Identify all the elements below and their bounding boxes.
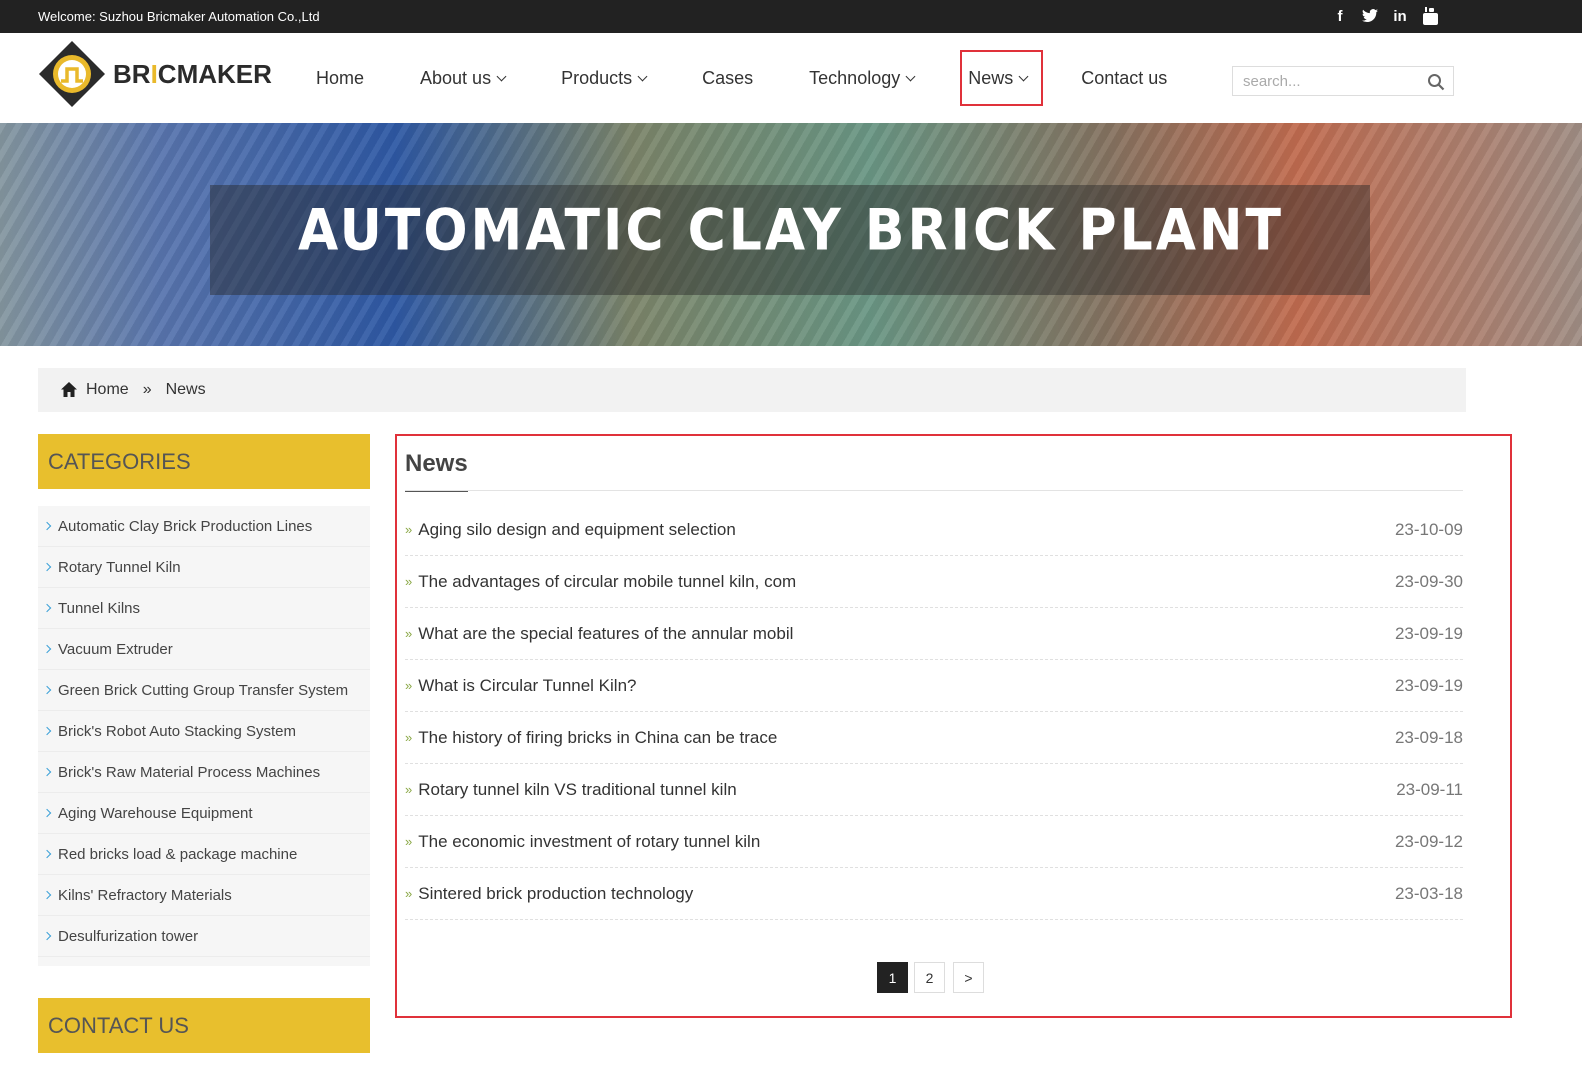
- category-item[interactable]: Red bricks load & package machine: [38, 834, 370, 875]
- news-date: 23-09-19: [1394, 675, 1463, 695]
- category-item[interactable]: Automatic Clay Brick Production Lines: [38, 506, 370, 547]
- news-row: » What are the special features of the an…: [405, 608, 1463, 660]
- bullet-icon: »: [405, 522, 413, 537]
- category-item[interactable]: Vacuum Extruder: [38, 629, 370, 670]
- nav-technology[interactable]: Technology: [783, 50, 940, 106]
- chevron-right-icon: [42, 849, 52, 859]
- linkedin-icon[interactable]: in: [1391, 6, 1409, 26]
- news-link[interactable]: What are the special features of the ann…: [418, 624, 793, 644]
- logo-mark-icon: [39, 41, 105, 107]
- pagination: 1 2 >: [877, 962, 984, 993]
- categories-heading: CATEGORIES: [38, 434, 370, 489]
- news-heading: News: [405, 450, 468, 492]
- nav-cases[interactable]: Cases: [676, 50, 779, 106]
- banner-title: AUTOMATIC CLAY BRICK PLANT: [298, 198, 1284, 264]
- bullet-icon: »: [405, 782, 413, 797]
- news-link[interactable]: What is Circular Tunnel Kiln?: [418, 676, 636, 696]
- chevron-right-icon: [42, 890, 52, 900]
- nav-contact-us[interactable]: Contact us: [1059, 50, 1193, 106]
- search-input[interactable]: [1233, 68, 1418, 94]
- twitter-icon[interactable]: [1361, 6, 1379, 26]
- bullet-icon: »: [405, 886, 413, 901]
- news-link[interactable]: Sintered brick production technology: [418, 884, 693, 904]
- news-link[interactable]: The history of firing bricks in China ca…: [418, 728, 777, 748]
- bullet-icon: »: [405, 730, 413, 745]
- news-list: » Aging silo design and equipment selecti…: [405, 504, 1463, 920]
- breadcrumb-home-link[interactable]: Home: [86, 381, 129, 399]
- chevron-down-icon: [905, 71, 916, 81]
- home-icon: [61, 382, 77, 397]
- news-date: 23-03-18: [1394, 883, 1463, 903]
- chevron-right-icon: [42, 931, 52, 941]
- news-date: 23-10-09: [1394, 519, 1463, 539]
- search-icon[interactable]: [1427, 73, 1445, 91]
- social-links: f in: [1331, 6, 1439, 26]
- category-item[interactable]: Brick's Robot Auto Stacking System: [38, 711, 370, 752]
- news-row: » The history of firing bricks in China c…: [405, 712, 1463, 764]
- breadcrumb: Home » News: [38, 368, 1466, 412]
- news-row: » The advantages of circular mobile tunne…: [405, 556, 1463, 608]
- news-row: » Aging silo design and equipment selecti…: [405, 504, 1463, 556]
- site-logo[interactable]: BRICMAKER: [37, 39, 272, 109]
- chevron-right-icon: [42, 521, 52, 531]
- youtube-icon[interactable]: [1421, 6, 1439, 26]
- category-item[interactable]: Desulfurization tower: [38, 916, 370, 957]
- nav-news[interactable]: News: [960, 50, 1044, 106]
- chevron-down-icon: [496, 71, 507, 81]
- chevron-right-icon: [42, 808, 52, 818]
- category-item[interactable]: Aging Warehouse Equipment: [38, 793, 370, 834]
- main-nav: Home About us Products Cases Technology …: [290, 33, 1197, 123]
- nav-about-us[interactable]: About us: [394, 50, 531, 106]
- news-link[interactable]: Aging silo design and equipment selectio…: [418, 520, 736, 540]
- bullet-icon: »: [405, 574, 413, 589]
- nav-products[interactable]: Products: [535, 50, 672, 106]
- chevron-right-icon: [42, 562, 52, 572]
- hero-banner: AUTOMATIC CLAY BRICK PLANT: [0, 123, 1582, 346]
- categories-list: Automatic Clay Brick Production Lines Ro…: [38, 506, 370, 966]
- facebook-icon[interactable]: f: [1331, 6, 1349, 26]
- page-1-button[interactable]: 1: [877, 962, 908, 993]
- news-row: » What is Circular Tunnel Kiln? 23-09-19: [405, 660, 1463, 712]
- news-link[interactable]: Rotary tunnel kiln VS traditional tunnel…: [418, 780, 736, 800]
- breadcrumb-current: News: [165, 381, 206, 398]
- news-row: » Sintered brick production technology 23…: [405, 868, 1463, 920]
- bullet-icon: »: [405, 834, 413, 849]
- site-header: BRICMAKER Home About us Products Cases T…: [0, 33, 1582, 123]
- logo-text: BRICMAKER: [113, 58, 272, 89]
- breadcrumb-separator: »: [142, 381, 152, 398]
- chevron-down-icon: [637, 71, 648, 81]
- top-bar: Welcome: Suzhou Bricmaker Automation Co.…: [0, 0, 1582, 33]
- news-panel: News » Aging silo design and equipment se…: [395, 434, 1512, 1018]
- news-date: 23-09-19: [1394, 623, 1463, 643]
- news-date: 23-09-11: [1396, 779, 1463, 799]
- category-item[interactable]: Brick's Raw Material Process Machines: [38, 752, 370, 793]
- chevron-right-icon: [42, 726, 52, 736]
- chevron-right-icon: [42, 644, 52, 654]
- news-row: » The economic investment of rotary tunne…: [405, 816, 1463, 868]
- bullet-icon: »: [405, 626, 413, 641]
- news-date: 23-09-18: [1394, 727, 1463, 747]
- category-item[interactable]: Kilns' Refractory Materials: [38, 875, 370, 916]
- category-item[interactable]: Rotary Tunnel Kiln: [38, 547, 370, 588]
- welcome-text: Welcome: Suzhou Bricmaker Automation Co.…: [38, 9, 320, 24]
- news-date: 23-09-30: [1394, 571, 1463, 591]
- chevron-right-icon: [42, 767, 52, 777]
- news-row: » Rotary tunnel kiln VS traditional tunne…: [405, 764, 1463, 816]
- news-link[interactable]: The advantages of circular mobile tunnel…: [418, 572, 796, 592]
- next-page-button[interactable]: >: [953, 962, 984, 993]
- chevron-right-icon: [42, 685, 52, 695]
- chevron-right-icon: [42, 603, 52, 613]
- category-item[interactable]: Green Brick Cutting Group Transfer Syste…: [38, 670, 370, 711]
- news-link[interactable]: The economic investment of rotary tunnel…: [418, 832, 760, 852]
- category-item[interactable]: Tunnel Kilns: [38, 588, 370, 629]
- divider: [405, 490, 1463, 491]
- nav-home[interactable]: Home: [290, 50, 390, 106]
- chevron-down-icon: [1018, 71, 1029, 81]
- search-box: [1232, 66, 1454, 96]
- bullet-icon: »: [405, 678, 413, 693]
- news-date: 23-09-12: [1394, 831, 1463, 851]
- contact-us-heading: CONTACT US: [38, 998, 370, 1053]
- page-2-button[interactable]: 2: [914, 962, 945, 993]
